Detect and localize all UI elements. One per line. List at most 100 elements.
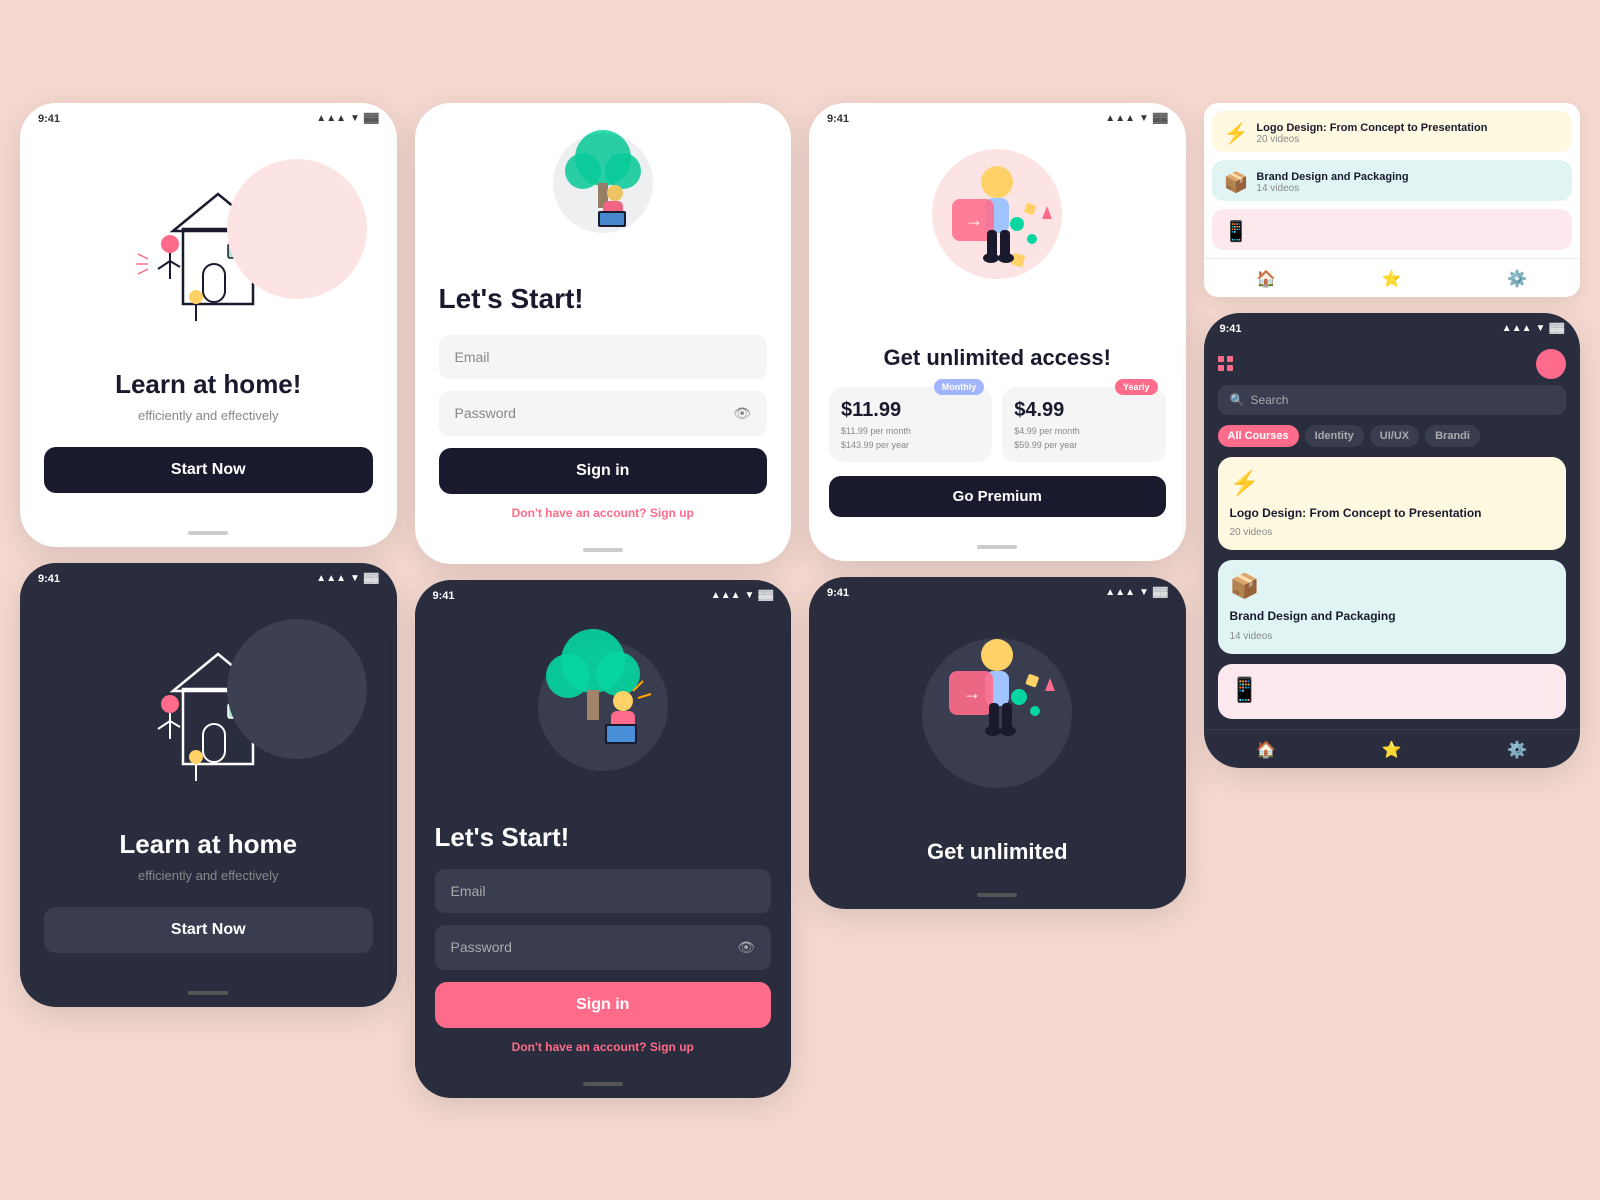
top-course-mobile: 📱 — [1212, 209, 1573, 250]
card1-dark-illustration — [20, 589, 397, 809]
go-premium-button[interactable]: Go Premium — [829, 476, 1166, 517]
access-dark-illustration: → — [809, 603, 1186, 823]
access-dark-heading: Get unlimited — [829, 839, 1166, 865]
time-dark-1: 9:41 — [38, 573, 60, 585]
top-bottom-nav: 🏠 ⭐ ⚙️ — [1204, 258, 1581, 297]
signin-button-dark[interactable]: Sign in — [435, 982, 772, 1028]
card1-illustration — [20, 129, 397, 349]
card1-dark-content: Learn at home efficiently and effectivel… — [20, 809, 397, 983]
filter-ui-ux[interactable]: UI/UX — [1370, 425, 1419, 447]
status-bar-1: 9:41 ▲▲▲ ▼ ▓▓ — [20, 103, 397, 129]
learn-home-title: Learn at home! — [44, 369, 373, 400]
card-access-light: 9:41 ▲▲▲ ▼ ▓▓ → — [809, 103, 1186, 561]
start-now-button[interactable]: Start Now — [44, 447, 373, 493]
bg-circle — [227, 159, 367, 299]
signup-text-light: Don't have an account? Sign up — [439, 506, 768, 520]
signup-text-dark: Don't have an account? Sign up — [435, 1040, 772, 1054]
card2-content: Let's Start! Email Password 👁 Sign in Do… — [415, 263, 792, 540]
card-learn-home-light: 9:41 ▲▲▲ ▼ ▓▓ — [20, 103, 397, 547]
card2-dark-content: Let's Start! Email Password 👁 Sign in Do… — [415, 806, 792, 1074]
top-course-icon-3: 📱 — [1224, 219, 1249, 244]
top-course-1-info: Logo Design: From Concept to Presentatio… — [1256, 122, 1487, 145]
home-indicator-dark-3 — [977, 893, 1017, 897]
password-field-dark[interactable]: Password 👁 — [435, 925, 772, 970]
course-brand-videos: 14 videos — [1230, 631, 1555, 642]
learn-home-dark-subtitle: efficiently and effectively — [44, 868, 373, 883]
access-dark-content: Get unlimited — [809, 823, 1186, 885]
top-course-icon-2: 📦 — [1224, 170, 1249, 195]
email-field-dark[interactable]: Email — [435, 869, 772, 913]
email-field-light[interactable]: Email — [439, 335, 768, 379]
search-icon: 🔍 — [1230, 393, 1245, 407]
signin-button-light[interactable]: Sign in — [439, 448, 768, 494]
yearly-per-year: $59.99 per year — [1014, 440, 1153, 450]
monthly-price: $11.99 — [841, 399, 980, 422]
monthly-plan: Monthly $11.99 $11.99 per month $143.99 … — [829, 387, 992, 462]
top-course-brand: 📦 Brand Design and Packaging 14 videos — [1212, 160, 1573, 201]
status-icons-1: ▲▲▲ ▼ ▓▓ — [316, 113, 378, 124]
start-now-dark-button[interactable]: Start Now — [44, 907, 373, 953]
home-indicator-2 — [583, 548, 623, 552]
bottom-nav-courses: 🏠 ⭐ ⚙️ — [1204, 729, 1581, 768]
course-logo-icon: ⚡ — [1230, 469, 1555, 498]
course-mobile-icon: 📱 — [1230, 676, 1555, 705]
gear-nav-icon[interactable]: ⚙️ — [1507, 740, 1527, 760]
password-field-light[interactable]: Password 👁 — [439, 391, 768, 436]
learn-home-subtitle: efficiently and effectively — [44, 408, 373, 423]
course-mobile[interactable]: 📱 — [1218, 664, 1567, 719]
course-brand-design[interactable]: 📦 Brand Design and Packaging 14 videos — [1218, 560, 1567, 654]
time-login-dark: 9:41 — [433, 590, 455, 602]
home-nav-icon-top[interactable]: 🏠 — [1256, 269, 1276, 289]
time-courses: 9:41 — [1220, 323, 1242, 335]
top-course-2-info: Brand Design and Packaging 14 videos — [1256, 171, 1408, 194]
access-light-illustration: → — [809, 129, 1186, 329]
user-avatar[interactable] — [1536, 349, 1566, 379]
access-light-content: Get unlimited access! Monthly $11.99 $11… — [809, 329, 1186, 537]
home-indicator-dark-1 — [188, 991, 228, 995]
status-icons-dark-1: ▲▲▲ ▼ ▓▓ — [316, 573, 378, 584]
course-logo-title: Logo Design: From Concept to Presentatio… — [1230, 506, 1555, 522]
home-indicator-dark-2 — [583, 1082, 623, 1086]
home-indicator-3 — [977, 545, 1017, 549]
status-bar-access-dark: 9:41 ▲▲▲ ▼ ▓▓ — [809, 577, 1186, 603]
status-bar-login-dark: 9:41 ▲▲▲ ▼ ▓▓ — [415, 580, 792, 606]
svg-text:→: → — [963, 683, 981, 703]
learn-home-dark-title: Learn at home — [44, 829, 373, 860]
card1-content: Learn at home! efficiently and effective… — [20, 349, 397, 523]
svg-text:→: → — [965, 210, 983, 230]
card-login-dark: 9:41 ▲▲▲ ▼ ▓▓ — [415, 580, 792, 1098]
courses-header — [1204, 339, 1581, 385]
filter-tabs: All Courses Identity UI/UX Brandi — [1204, 425, 1581, 457]
yearly-per-month: $4.99 per month — [1014, 426, 1153, 436]
yearly-badge: Yearly — [1115, 379, 1158, 395]
course-logo-design[interactable]: ⚡ Logo Design: From Concept to Presentat… — [1218, 457, 1567, 551]
course-brand-icon: 📦 — [1230, 572, 1555, 601]
filter-all-courses[interactable]: All Courses — [1218, 425, 1299, 447]
pricing-row: Monthly $11.99 $11.99 per month $143.99 … — [829, 387, 1166, 462]
top-course-2-videos: 14 videos — [1256, 183, 1408, 194]
course-brand-title: Brand Design and Packaging — [1230, 609, 1555, 625]
star-nav-icon[interactable]: ⭐ — [1382, 740, 1402, 760]
status-bar-dark-1: 9:41 ▲▲▲ ▼ ▓▓ — [20, 563, 397, 589]
star-nav-icon-top[interactable]: ⭐ — [1382, 269, 1402, 289]
home-indicator-1 — [188, 531, 228, 535]
card-access-dark: 9:41 ▲▲▲ ▼ ▓▓ → — [809, 577, 1186, 909]
access-heading: Get unlimited access! — [829, 345, 1166, 371]
filter-branding[interactable]: Brandi — [1425, 425, 1480, 447]
access-dark-svg: → — [907, 613, 1087, 813]
grid-icon — [1218, 356, 1234, 371]
yearly-price: $4.99 — [1014, 399, 1153, 422]
bg-circle-dark — [227, 619, 367, 759]
status-bar-access: 9:41 ▲▲▲ ▼ ▓▓ — [809, 103, 1186, 129]
filter-identity[interactable]: Identity — [1305, 425, 1364, 447]
bg-circle-login — [553, 133, 653, 233]
course-logo-videos: 20 videos — [1230, 527, 1555, 538]
gear-nav-icon-top[interactable]: ⚙️ — [1507, 269, 1527, 289]
search-placeholder: Search — [1250, 393, 1288, 407]
top-courses-card: ⚡ Logo Design: From Concept to Presentat… — [1204, 103, 1581, 297]
home-nav-icon[interactable]: 🏠 — [1256, 740, 1276, 760]
top-course-1-videos: 20 videos — [1256, 134, 1487, 145]
eye-icon-dark: 👁 — [737, 939, 755, 956]
search-bar[interactable]: 🔍 Search — [1218, 385, 1567, 415]
top-course-2-title: Brand Design and Packaging — [1256, 171, 1408, 183]
